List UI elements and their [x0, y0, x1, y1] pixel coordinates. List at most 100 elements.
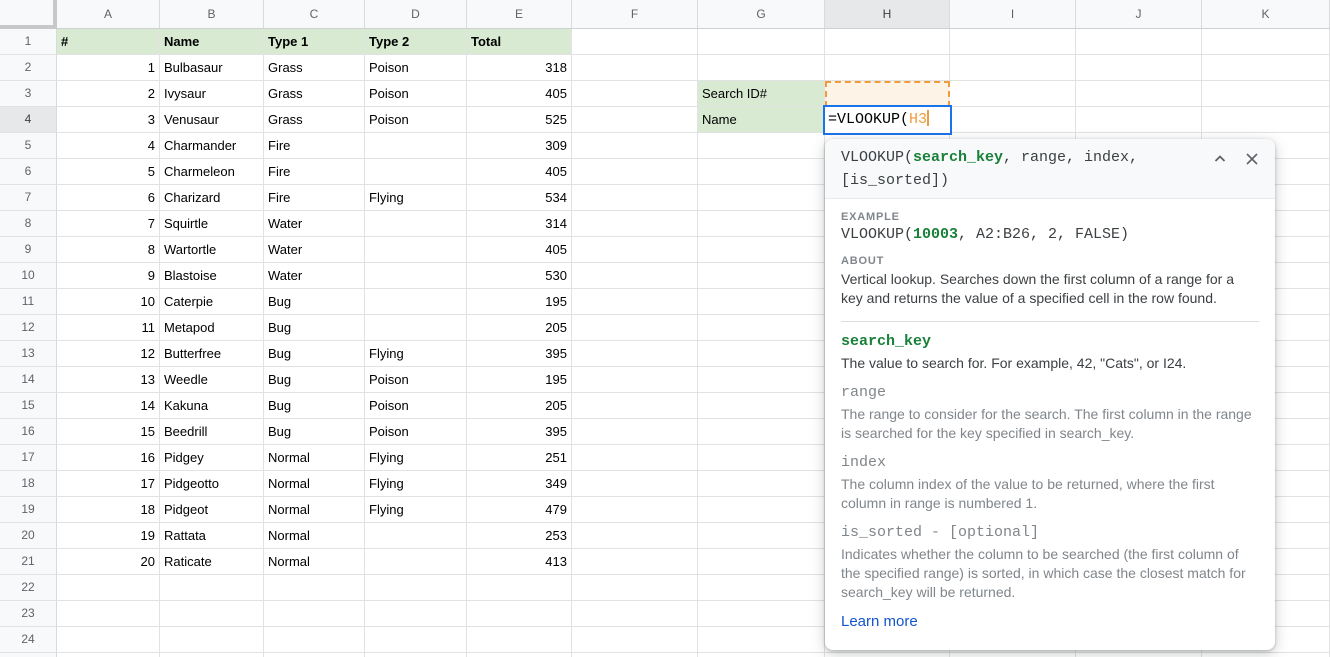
cell-G13[interactable]: [698, 341, 825, 367]
cell-B12[interactable]: Metapod: [160, 315, 264, 341]
cell-C19[interactable]: Normal: [264, 497, 365, 523]
column-header-H[interactable]: H: [825, 0, 950, 29]
cell-D19[interactable]: Flying: [365, 497, 467, 523]
cell-E10[interactable]: 530: [467, 263, 572, 289]
cell-G14[interactable]: [698, 367, 825, 393]
cell-A3[interactable]: 2: [57, 81, 160, 107]
cell-J3[interactable]: [1076, 81, 1202, 107]
cell-D6[interactable]: [365, 159, 467, 185]
cell-F10[interactable]: [572, 263, 698, 289]
cell-G2[interactable]: [698, 55, 825, 81]
cell-A21[interactable]: 20: [57, 549, 160, 575]
cell-E8[interactable]: 314: [467, 211, 572, 237]
cell-G24[interactable]: [698, 627, 825, 653]
row-header-7[interactable]: 7: [0, 185, 57, 211]
cell-D3[interactable]: Poison: [365, 81, 467, 107]
cell-D24[interactable]: [365, 627, 467, 653]
row-header-17[interactable]: 17: [0, 445, 57, 471]
formula-edit-cell-H4[interactable]: =VLOOKUP(H3: [823, 105, 952, 135]
row-header-13[interactable]: 13: [0, 341, 57, 367]
cell-B9[interactable]: Wartortle: [160, 237, 264, 263]
cell-C14[interactable]: Bug: [264, 367, 365, 393]
cell-B14[interactable]: Weedle: [160, 367, 264, 393]
cell-F13[interactable]: [572, 341, 698, 367]
cell-D9[interactable]: [365, 237, 467, 263]
cell-F12[interactable]: [572, 315, 698, 341]
cell-K1[interactable]: [1202, 29, 1330, 55]
cell-A14[interactable]: 13: [57, 367, 160, 393]
cell-H25[interactable]: [825, 653, 950, 657]
cell-B10[interactable]: Blastoise: [160, 263, 264, 289]
cell-C20[interactable]: Normal: [264, 523, 365, 549]
cell-A22[interactable]: [57, 575, 160, 601]
cell-C10[interactable]: Water: [264, 263, 365, 289]
cell-C4[interactable]: Grass: [264, 107, 365, 133]
row-header-23[interactable]: 23: [0, 601, 57, 627]
cell-F6[interactable]: [572, 159, 698, 185]
cell-D7[interactable]: Flying: [365, 185, 467, 211]
column-header-E[interactable]: E: [467, 0, 572, 29]
cell-B17[interactable]: Pidgey: [160, 445, 264, 471]
select-all-corner[interactable]: [0, 0, 57, 29]
cell-G22[interactable]: [698, 575, 825, 601]
cell-C8[interactable]: Water: [264, 211, 365, 237]
cell-C17[interactable]: Normal: [264, 445, 365, 471]
cell-A8[interactable]: 7: [57, 211, 160, 237]
cell-G11[interactable]: [698, 289, 825, 315]
cell-E18[interactable]: 349: [467, 471, 572, 497]
cell-K4[interactable]: [1202, 107, 1330, 133]
cell-G9[interactable]: [698, 237, 825, 263]
column-header-I[interactable]: I: [950, 0, 1076, 29]
row-header-10[interactable]: 10: [0, 263, 57, 289]
cell-G17[interactable]: [698, 445, 825, 471]
cell-G3[interactable]: Search ID#: [698, 81, 825, 107]
cell-B13[interactable]: Butterfree: [160, 341, 264, 367]
cell-D5[interactable]: [365, 133, 467, 159]
row-header-22[interactable]: 22: [0, 575, 57, 601]
cell-A19[interactable]: 18: [57, 497, 160, 523]
cell-E25[interactable]: [467, 653, 572, 657]
cell-C1[interactable]: Type 1: [264, 29, 365, 55]
cell-E24[interactable]: [467, 627, 572, 653]
cell-E12[interactable]: 205: [467, 315, 572, 341]
cell-E5[interactable]: 309: [467, 133, 572, 159]
cell-E9[interactable]: 405: [467, 237, 572, 263]
cell-D13[interactable]: Flying: [365, 341, 467, 367]
cell-C21[interactable]: Normal: [264, 549, 365, 575]
cell-E14[interactable]: 195: [467, 367, 572, 393]
cell-D21[interactable]: [365, 549, 467, 575]
cell-G23[interactable]: [698, 601, 825, 627]
cell-D25[interactable]: [365, 653, 467, 657]
cell-F3[interactable]: [572, 81, 698, 107]
cell-E22[interactable]: [467, 575, 572, 601]
cell-C2[interactable]: Grass: [264, 55, 365, 81]
cell-A10[interactable]: 9: [57, 263, 160, 289]
cell-E7[interactable]: 534: [467, 185, 572, 211]
cell-A1[interactable]: #: [57, 29, 160, 55]
cell-F2[interactable]: [572, 55, 698, 81]
cell-F22[interactable]: [572, 575, 698, 601]
cell-F25[interactable]: [572, 653, 698, 657]
cell-H1[interactable]: [825, 29, 950, 55]
cell-D23[interactable]: [365, 601, 467, 627]
cell-E4[interactable]: 525: [467, 107, 572, 133]
cell-D18[interactable]: Flying: [365, 471, 467, 497]
cell-E17[interactable]: 251: [467, 445, 572, 471]
cell-E6[interactable]: 405: [467, 159, 572, 185]
column-header-D[interactable]: D: [365, 0, 467, 29]
column-header-A[interactable]: A: [57, 0, 160, 29]
cell-F4[interactable]: [572, 107, 698, 133]
cell-E20[interactable]: 253: [467, 523, 572, 549]
cell-B23[interactable]: [160, 601, 264, 627]
cell-E13[interactable]: 395: [467, 341, 572, 367]
row-header-24[interactable]: 24: [0, 627, 57, 653]
cell-F23[interactable]: [572, 601, 698, 627]
cell-D11[interactable]: [365, 289, 467, 315]
cell-G21[interactable]: [698, 549, 825, 575]
cell-A23[interactable]: [57, 601, 160, 627]
cell-B15[interactable]: Kakuna: [160, 393, 264, 419]
cell-C9[interactable]: Water: [264, 237, 365, 263]
cell-D4[interactable]: Poison: [365, 107, 467, 133]
cell-C24[interactable]: [264, 627, 365, 653]
column-header-G[interactable]: G: [698, 0, 825, 29]
